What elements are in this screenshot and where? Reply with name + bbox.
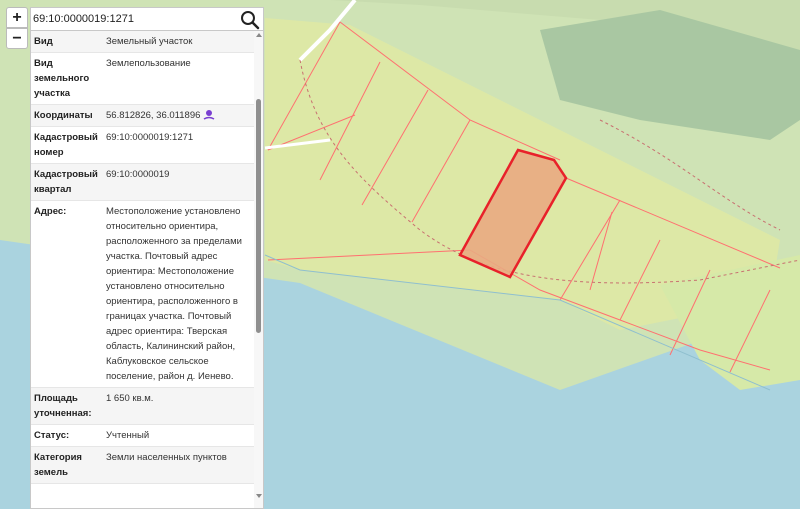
- info-value: Земли населенных пунктов: [103, 447, 255, 483]
- scroll-up-icon[interactable]: [256, 33, 262, 37]
- info-row: Адрес: Местоположение установлено относит…: [31, 201, 255, 388]
- scroll-thumb[interactable]: [256, 99, 261, 333]
- info-row: Вид земельного участка Землепользование: [31, 53, 255, 105]
- info-value-text: 69:10:0000019:1271: [106, 132, 194, 143]
- map-pin-icon[interactable]: [203, 109, 215, 121]
- info-value-text: Землепользование: [106, 58, 191, 69]
- info-row: Статус: Учтенный: [31, 425, 255, 447]
- search-icon: [241, 11, 260, 30]
- info-key: Статус:: [34, 430, 70, 441]
- info-value: 69:10:0000019: [103, 164, 255, 200]
- info-row: Площадь уточненная: 1 650 кв.м.: [31, 388, 255, 425]
- info-key: Адрес:: [34, 206, 67, 217]
- panel-scrollbar[interactable]: [254, 31, 263, 508]
- info-row: Вид Земельный участок: [31, 31, 255, 53]
- info-row: Кадастровый квартал 69:10:0000019: [31, 164, 255, 201]
- info-key: Координаты: [34, 110, 93, 121]
- info-key: Вид земельного участка: [34, 58, 90, 99]
- zoom-in-button[interactable]: +: [6, 7, 28, 28]
- info-row: Кадастровый номер 69:10:0000019:1271: [31, 127, 255, 164]
- info-value: 1 650 кв.м.: [103, 388, 255, 424]
- info-row: Категория земель Земли населенных пунктов: [31, 447, 255, 484]
- info-key: Кадастровый номер: [34, 132, 98, 158]
- info-value: Земельный участок: [103, 31, 255, 52]
- info-panel: Вид Земельный участок Вид земельного участ…: [30, 31, 264, 509]
- info-key: Площадь уточненная:: [34, 393, 92, 419]
- info-value-text: Местоположение установлено относительно …: [106, 206, 242, 382]
- info-value: 56.812826, 36.011896: [103, 105, 255, 126]
- scroll-down-icon[interactable]: [256, 494, 262, 498]
- search-box: [30, 7, 264, 31]
- info-key: Кадастровый квартал: [34, 169, 98, 195]
- info-value-text: Земли населенных пунктов: [106, 452, 227, 463]
- info-value: Местоположение установлено относительно …: [103, 201, 255, 387]
- info-key: Вид: [34, 36, 53, 47]
- info-rows: Вид Земельный участок Вид земельного участ…: [31, 31, 255, 484]
- zoom-out-button[interactable]: −: [6, 28, 28, 49]
- search-input[interactable]: [33, 10, 233, 28]
- search-button[interactable]: [239, 9, 261, 30]
- info-value: 69:10:0000019:1271: [103, 127, 255, 163]
- info-value-text: 69:10:0000019: [106, 169, 170, 180]
- info-value-text: 56.812826, 36.011896: [106, 110, 201, 121]
- info-value-text: Учтенный: [106, 430, 150, 441]
- info-value: Учтенный: [103, 425, 255, 446]
- info-value-text: 1 650 кв.м.: [106, 393, 154, 404]
- info-value-text: Земельный участок: [106, 36, 193, 47]
- info-row: Координаты 56.812826, 36.011896: [31, 105, 255, 127]
- info-key: Категория земель: [34, 452, 82, 478]
- info-value: Землепользование: [103, 53, 255, 104]
